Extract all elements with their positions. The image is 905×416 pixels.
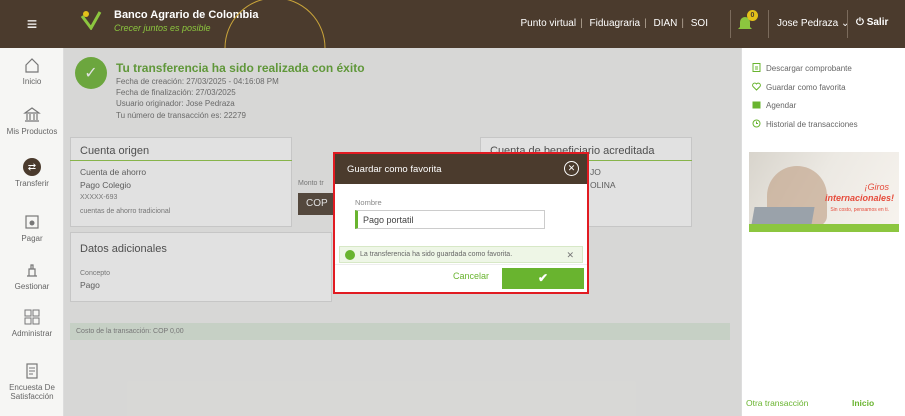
sidebar-item-pagar[interactable]: Pagar [0,213,64,243]
sidebar-item-transferir[interactable]: ⇄ Transferir [0,158,64,188]
link-label: Agendar [766,101,797,110]
bank-icon [23,107,41,122]
history-link[interactable]: Historial de transacciones [752,119,858,129]
bank-logo[interactable] [80,8,102,30]
promo-banner[interactable]: ¡Giros internacionales! Sin costo, pensa… [749,152,899,232]
transfer-icon: ⇄ [23,158,41,176]
logout-button[interactable]: ⏻ Salir [856,17,888,28]
link-punto-virtual[interactable]: Punto virtual [521,18,577,29]
link-fiduagraria[interactable]: Fiduagraria [589,18,640,29]
promo-line1: ¡Giros [864,182,890,192]
link-soi[interactable]: SOI [691,18,708,29]
promo-stripe [749,224,899,232]
modal-header: Guardar como favorita [335,154,587,184]
close-icon[interactable]: ✕ [564,161,579,176]
home-icon [25,58,39,73]
promo-line3: Sin costo, pensamos en ti. [830,207,889,213]
sidebar-item-label: Pagar [21,234,43,243]
schedule-link[interactable]: Agendar [752,100,796,110]
sidebar-item-productos[interactable]: Mis Productos [0,106,64,136]
laptop-image [751,207,815,225]
history-icon [752,119,761,128]
link-label: Descargar comprobante [766,64,852,73]
sidebar: Inicio Mis Productos ⇄ Transferir Pagar … [0,48,64,416]
sidebar-item-encuesta[interactable]: Encuesta De Satisfacción [0,362,64,401]
divider [335,264,587,265]
bell-icon[interactable]: 0 [736,10,758,34]
power-icon: ⏻ [856,17,864,28]
other-transaction-link[interactable]: Otra transacción [746,398,808,408]
calendar-icon [752,101,761,109]
name-label: Nombre [355,198,382,207]
brand-tagline: Crecer juntos es posible [114,23,211,33]
alert-close-icon[interactable]: ✕ [566,250,574,261]
logout-label: Salir [866,17,889,28]
link-label: Guardar como favorita [766,83,846,92]
sidebar-item-label: Mis Productos [6,127,58,136]
sidebar-item-administrar[interactable]: Administrar [0,308,64,338]
alert-check-icon [345,250,355,260]
promo-line2: internacionales! [824,193,894,203]
heart-icon [752,82,761,91]
sidebar-item-gestionar[interactable]: Gestionar [0,261,64,291]
sidebar-item-label: Transferir [15,179,49,188]
sidebar-item-label: Gestionar [14,282,50,291]
manage-icon [27,264,37,277]
user-menu[interactable]: Jose Pedraza ⌄ [777,18,849,29]
download-receipt-link[interactable]: Descargar comprobante [752,63,852,73]
grid-icon [24,309,40,325]
name-input[interactable] [355,210,545,229]
sidebar-item-label: Encuesta De Satisfacción [9,383,55,401]
sidebar-item-label: Administrar [11,329,53,338]
chevron-down-icon: ⌄ [840,18,850,29]
top-links: Punto virtual | Fiduagraria | DIAN | SOI [520,18,709,29]
success-alert: La transferencia ha sido guardada como f… [339,246,583,263]
sidebar-item-inicio[interactable]: Inicio [0,56,64,86]
divider [847,10,848,38]
payment-icon [25,215,39,229]
top-bar: ≡ Banco Agrario de Colombia Crecer junto… [0,0,905,48]
survey-icon [26,363,38,379]
divider [730,10,731,38]
alert-text: La transferencia ha sido guardada como f… [360,251,513,258]
save-favorite-modal: Guardar como favorita ✕ Nombre La transf… [333,152,589,294]
save-favorite-link[interactable]: Guardar como favorita [752,82,846,92]
divider [768,10,769,38]
notification-badge: 0 [747,10,758,21]
header-decoration [224,0,326,48]
download-icon [752,63,761,72]
sidebar-item-label: Inicio [22,77,42,86]
home-link[interactable]: Inicio [852,398,874,408]
menu-icon[interactable]: ≡ [0,0,64,48]
confirm-button[interactable]: ✔ [502,268,584,289]
link-label: Historial de transacciones [766,120,858,129]
cancel-button[interactable]: Cancelar [453,271,489,281]
link-dian[interactable]: DIAN [653,18,677,29]
user-name: Jose Pedraza [777,18,839,29]
modal-title: Guardar como favorita [347,164,442,175]
